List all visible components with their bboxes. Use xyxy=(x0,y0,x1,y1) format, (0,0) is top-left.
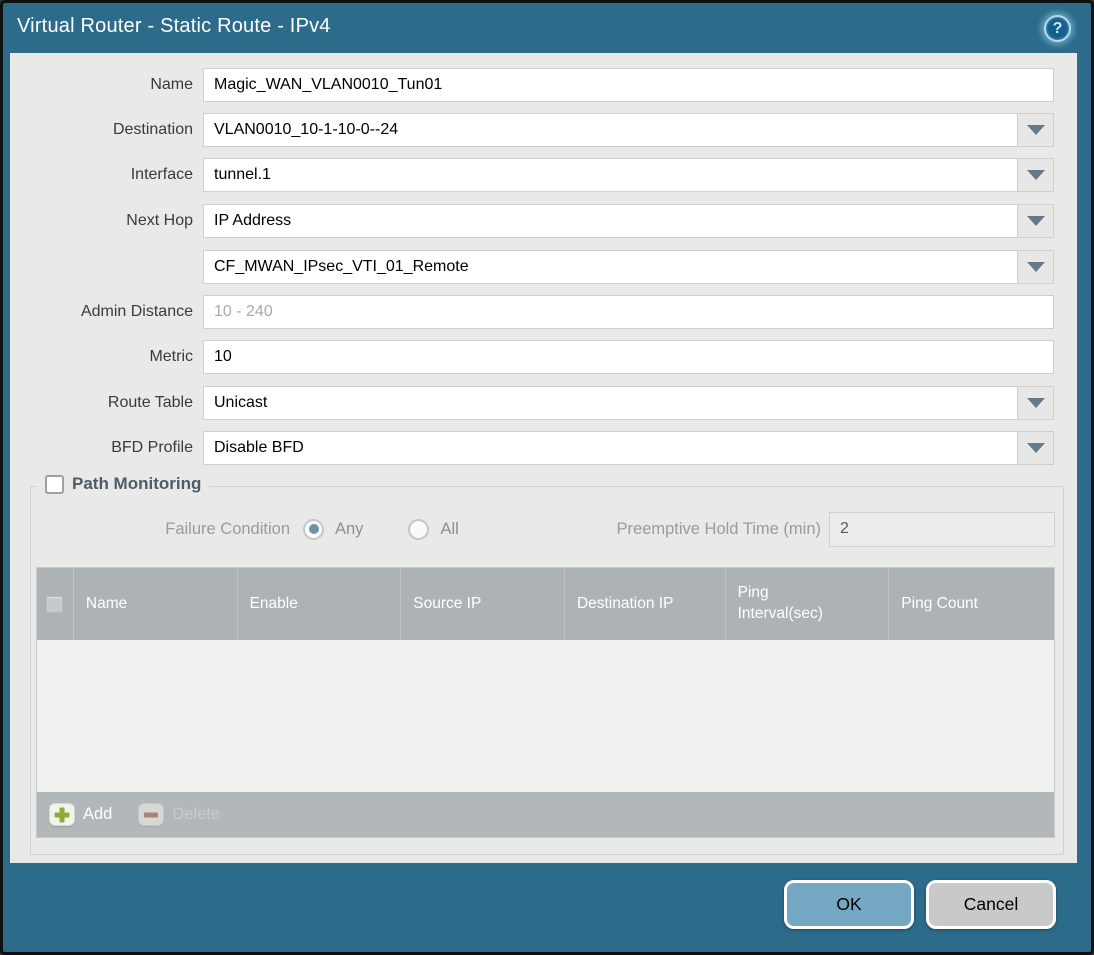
path-monitoring-legend: Path Monitoring xyxy=(37,474,210,494)
admin-distance-input[interactable] xyxy=(203,295,1054,329)
route-table-label: Route Table xyxy=(107,394,193,411)
column-header-ping-count[interactable]: Ping Count xyxy=(888,568,1054,640)
column-header-source-ip[interactable]: Source IP xyxy=(400,568,564,640)
chevron-down-icon xyxy=(1026,170,1045,180)
next-hop-address-label xyxy=(10,250,203,284)
destination-row: Destination xyxy=(10,113,1054,147)
bfd-profile-dropdown-button[interactable] xyxy=(1018,431,1054,465)
table-header-row: Name Enable Source IP Destination IP Pin… xyxy=(37,568,1054,640)
bfd-profile-input[interactable] xyxy=(203,431,1018,465)
interface-label: Interface xyxy=(130,166,193,183)
admin-distance-label: Admin Distance xyxy=(80,303,193,320)
path-monitoring-table: Name Enable Source IP Destination IP Pin… xyxy=(36,567,1055,838)
column-header-name[interactable]: Name xyxy=(72,568,237,640)
column-header-enable[interactable]: Enable xyxy=(236,568,401,640)
route-table-dropdown-button[interactable] xyxy=(1018,386,1054,420)
name-label: Name xyxy=(150,76,193,93)
destination-input[interactable] xyxy=(203,113,1018,147)
table-body-empty xyxy=(37,640,1054,792)
route-table-row: Route Table xyxy=(10,386,1054,420)
destination-dropdown-button[interactable] xyxy=(1018,113,1054,147)
interface-input[interactable] xyxy=(203,158,1018,192)
next-hop-address-dropdown-button[interactable] xyxy=(1018,250,1054,284)
chevron-down-icon xyxy=(1026,443,1045,453)
cancel-button[interactable]: Cancel xyxy=(926,880,1056,929)
title-bar: Virtual Router - Static Route - IPv4 ? xyxy=(3,3,1091,53)
next-hop-label: Next Hop xyxy=(126,212,193,229)
next-hop-address-input[interactable] xyxy=(203,250,1018,284)
chevron-down-icon xyxy=(1026,216,1045,226)
route-table-input[interactable] xyxy=(203,386,1018,420)
minus-icon xyxy=(138,803,165,826)
column-header-destination-ip[interactable]: Destination IP xyxy=(563,568,725,640)
next-hop-row: Next Hop xyxy=(10,204,1054,238)
path-monitoring-title: Path Monitoring xyxy=(72,474,202,493)
interface-row: Interface xyxy=(10,158,1054,192)
ok-button[interactable]: OK xyxy=(784,880,914,929)
add-button-label: Add xyxy=(83,805,113,823)
next-hop-address-row xyxy=(10,250,1054,284)
help-icon[interactable]: ? xyxy=(1044,15,1071,42)
dialog-title: Virtual Router - Static Route - IPv4 xyxy=(17,15,331,37)
plus-icon xyxy=(49,803,75,826)
failure-condition-all-radio[interactable] xyxy=(408,518,430,540)
add-button[interactable]: Add xyxy=(49,803,112,826)
table-header-checkbox-cell xyxy=(37,568,73,640)
path-monitoring-section: Path Monitoring Failure Condition Any Al… xyxy=(30,474,1064,855)
delete-button[interactable]: Delete xyxy=(138,803,220,826)
metric-row: Metric xyxy=(10,340,1054,374)
failure-condition-all-label: All xyxy=(440,519,459,538)
static-route-dialog: Virtual Router - Static Route - IPv4 ? N… xyxy=(0,0,1094,955)
path-monitoring-checkbox[interactable] xyxy=(45,474,64,494)
admin-distance-row: Admin Distance xyxy=(10,295,1054,329)
table-footer-bar: Add Delete xyxy=(37,792,1054,837)
failure-condition-label: Failure Condition xyxy=(165,519,290,538)
chevron-down-icon xyxy=(1026,125,1045,135)
preemptive-hold-time-input[interactable] xyxy=(829,511,1055,547)
delete-button-label: Delete xyxy=(172,805,221,823)
column-header-ping-interval[interactable]: Ping Interval(sec) xyxy=(724,568,889,640)
metric-input[interactable] xyxy=(203,340,1054,374)
failure-condition-row: Failure Condition Any All Preemptive Hol… xyxy=(31,511,1055,547)
name-input[interactable] xyxy=(203,68,1054,102)
select-all-checkbox[interactable] xyxy=(46,595,64,613)
metric-label: Metric xyxy=(149,348,193,365)
content-panel: Name Destination Interface xyxy=(10,53,1077,863)
next-hop-type-input[interactable] xyxy=(203,204,1018,238)
failure-condition-any-radio[interactable] xyxy=(303,518,324,540)
bfd-profile-label: BFD Profile xyxy=(111,439,193,456)
interface-dropdown-button[interactable] xyxy=(1018,158,1054,192)
chevron-down-icon xyxy=(1026,262,1045,272)
chevron-down-icon xyxy=(1026,398,1045,408)
next-hop-type-dropdown-button[interactable] xyxy=(1018,204,1054,238)
failure-condition-any-label: Any xyxy=(335,519,364,538)
name-row: Name xyxy=(10,68,1054,102)
preemptive-hold-time-label: Preemptive Hold Time (min) xyxy=(616,519,821,538)
bfd-profile-row: BFD Profile xyxy=(10,431,1054,465)
destination-label: Destination xyxy=(112,121,193,138)
